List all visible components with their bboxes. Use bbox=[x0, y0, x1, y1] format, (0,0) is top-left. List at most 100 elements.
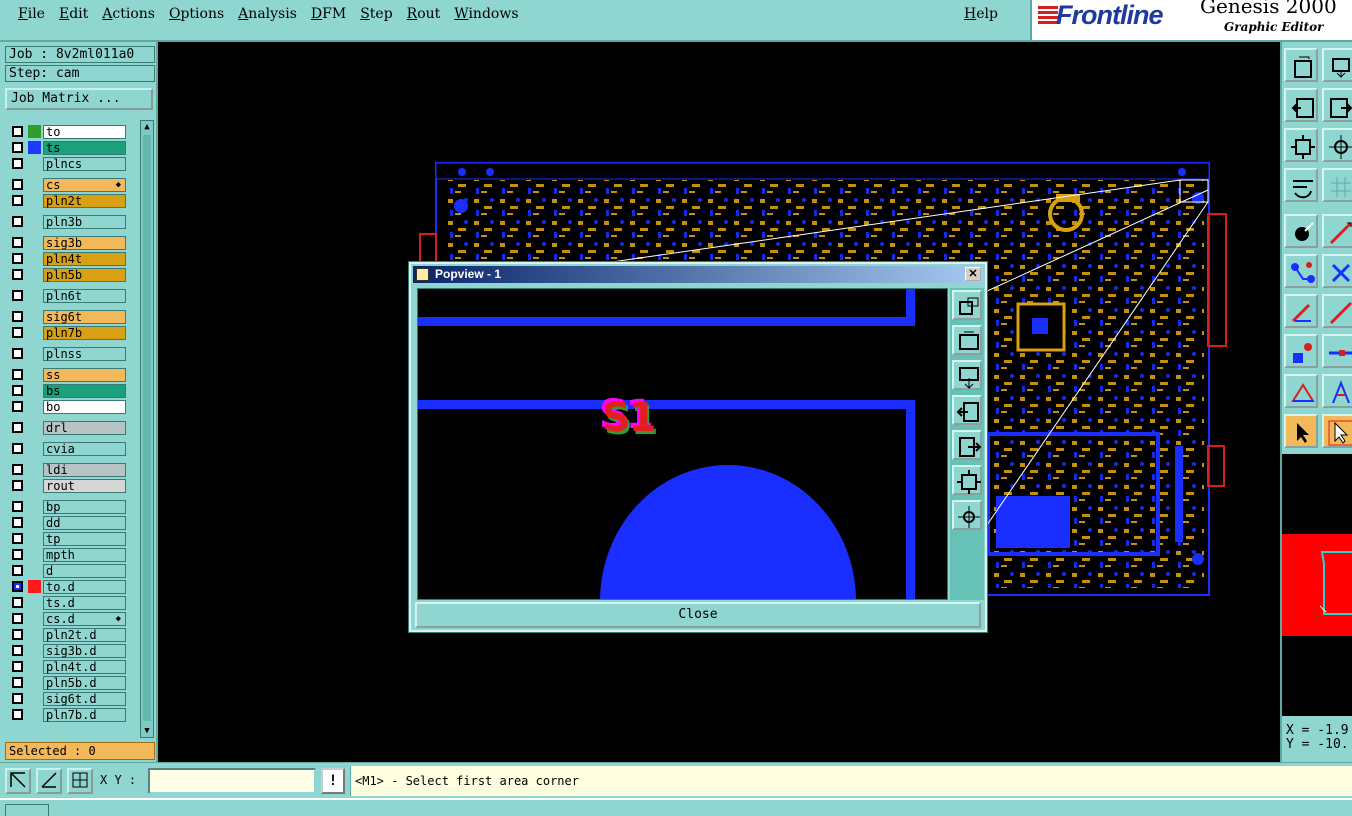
layer-name[interactable]: sig3b.d bbox=[43, 644, 126, 658]
menu-analysis[interactable]: Analysis bbox=[238, 6, 297, 22]
layer-row[interactable]: bp bbox=[6, 499, 139, 514]
layer-checkbox[interactable] bbox=[12, 709, 23, 720]
pv-pan-left-button[interactable] bbox=[952, 395, 982, 425]
layer-name[interactable]: to.d bbox=[43, 580, 126, 594]
popview-titlebar[interactable]: Popview - 1 ✕ bbox=[413, 266, 983, 283]
add-via-button[interactable] bbox=[1284, 334, 1318, 368]
layer-name[interactable]: rout bbox=[43, 479, 126, 493]
layer-row[interactable]: pln7b.d bbox=[6, 707, 139, 722]
layer-row[interactable]: bo bbox=[6, 399, 139, 414]
layer-name[interactable]: ss bbox=[43, 368, 126, 382]
layer-row[interactable]: pln7b bbox=[6, 325, 139, 340]
menu-rout[interactable]: Rout bbox=[407, 6, 441, 22]
layer-row[interactable]: pln2t bbox=[6, 193, 139, 208]
layer-checkbox[interactable] bbox=[12, 581, 23, 592]
layer-name[interactable]: bs bbox=[43, 384, 126, 398]
layer-row[interactable]: tp bbox=[6, 531, 139, 546]
pv-center-button[interactable] bbox=[952, 500, 982, 530]
layer-name[interactable]: cs.d ◆ bbox=[43, 612, 126, 626]
layer-name[interactable]: mpth bbox=[43, 548, 126, 562]
layer-checkbox[interactable] bbox=[12, 216, 23, 227]
scroll-up-icon[interactable]: ▲ bbox=[141, 121, 153, 133]
layer-checkbox[interactable] bbox=[12, 142, 23, 153]
layer-row[interactable]: pln2t.d bbox=[6, 627, 139, 642]
layer-name[interactable]: to bbox=[43, 125, 126, 139]
layer-checkbox[interactable] bbox=[12, 480, 23, 491]
layer-name[interactable]: cvia bbox=[43, 442, 126, 456]
scroll-down-icon[interactable]: ▼ bbox=[141, 725, 153, 737]
layer-row[interactable]: pln6t bbox=[6, 288, 139, 303]
menu-actions[interactable]: Actions bbox=[102, 6, 155, 22]
layer-checkbox[interactable] bbox=[12, 565, 23, 576]
edit-line-button[interactable] bbox=[1284, 294, 1318, 328]
layer-row[interactable]: pln5b bbox=[6, 267, 139, 282]
menu-file[interactable]: File bbox=[18, 6, 45, 22]
pv-zoom-in-button[interactable] bbox=[952, 290, 982, 320]
layer-name[interactable]: ts.d bbox=[43, 596, 126, 610]
pv-zoom-out-button[interactable] bbox=[952, 325, 982, 355]
layer-list-scrollbar[interactable]: ▲ ▼ bbox=[140, 120, 154, 738]
layer-name[interactable]: pln7b.d bbox=[43, 708, 126, 722]
layer-name[interactable]: pln5b.d bbox=[43, 676, 126, 690]
job-matrix-button[interactable]: Job Matrix ... bbox=[5, 88, 153, 110]
layer-name[interactable]: ts bbox=[43, 141, 126, 155]
layer-row[interactable]: pln5b.d bbox=[6, 675, 139, 690]
layer-row[interactable]: sig3b.d bbox=[6, 643, 139, 658]
layer-checkbox[interactable] bbox=[12, 311, 23, 322]
layer-row[interactable]: sig6t bbox=[6, 309, 139, 324]
layer-row[interactable]: pln4t bbox=[6, 251, 139, 266]
layer-row[interactable]: sig6t.d bbox=[6, 691, 139, 706]
layer-name[interactable]: bp bbox=[43, 500, 126, 514]
layer-checkbox[interactable] bbox=[12, 443, 23, 454]
layer-checkbox[interactable] bbox=[12, 677, 23, 688]
menu-windows[interactable]: Windows bbox=[454, 6, 518, 22]
home-view-button[interactable] bbox=[1322, 128, 1352, 162]
layer-checkbox[interactable] bbox=[12, 693, 23, 704]
close-button[interactable]: Close bbox=[415, 602, 981, 628]
layer-row[interactable]: mpth bbox=[6, 547, 139, 562]
pan-left-button[interactable] bbox=[1284, 88, 1318, 122]
layer-checkbox[interactable] bbox=[12, 501, 23, 512]
layer-checkbox[interactable] bbox=[12, 549, 23, 560]
select-area-button[interactable] bbox=[1322, 414, 1352, 448]
layer-row[interactable]: to.d bbox=[6, 579, 139, 594]
connect-button[interactable] bbox=[1284, 254, 1318, 288]
layer-name[interactable]: sig6t.d bbox=[43, 692, 126, 706]
layer-name[interactable]: tp bbox=[43, 532, 126, 546]
menu-options[interactable]: Options bbox=[169, 6, 224, 22]
layer-row[interactable]: cs ◆ bbox=[6, 177, 139, 192]
fit-page-button[interactable] bbox=[1284, 128, 1318, 162]
layer-row[interactable]: sig3b bbox=[6, 235, 139, 250]
grid-button[interactable] bbox=[1322, 168, 1352, 202]
xy-input[interactable] bbox=[148, 768, 316, 794]
layer-checkbox[interactable] bbox=[12, 629, 23, 640]
layer-color-swatch[interactable] bbox=[28, 141, 41, 154]
layer-name[interactable]: plnss bbox=[43, 347, 126, 361]
layer-row[interactable]: bs bbox=[6, 383, 139, 398]
zoom-out-button[interactable] bbox=[1322, 48, 1352, 82]
layer-color-swatch[interactable] bbox=[28, 125, 41, 138]
layer-checkbox[interactable] bbox=[12, 645, 23, 656]
snap-angle-button[interactable] bbox=[36, 768, 62, 794]
layer-name[interactable]: d bbox=[43, 564, 126, 578]
layer-checkbox[interactable] bbox=[12, 613, 23, 624]
select-pointer-button[interactable] bbox=[1284, 414, 1318, 448]
layer-checkbox[interactable] bbox=[12, 195, 23, 206]
move-button[interactable] bbox=[1322, 334, 1352, 368]
layer-checkbox[interactable] bbox=[12, 464, 23, 475]
layer-checkbox[interactable] bbox=[12, 126, 23, 137]
menu-help[interactable]: Help bbox=[964, 6, 998, 22]
measure-button[interactable] bbox=[1284, 168, 1318, 202]
layer-name[interactable]: pln3b bbox=[43, 215, 126, 229]
layer-name[interactable]: pln7b bbox=[43, 326, 126, 340]
layer-name[interactable]: pln6t bbox=[43, 289, 126, 303]
layer-row[interactable]: ldi bbox=[6, 462, 139, 477]
delete-button[interactable] bbox=[1322, 254, 1352, 288]
layer-checkbox[interactable] bbox=[12, 253, 23, 264]
layer-row[interactable]: ts.d bbox=[6, 595, 139, 610]
scroll-track[interactable] bbox=[143, 135, 151, 721]
snap-center-button[interactable] bbox=[67, 768, 93, 794]
layer-row[interactable]: drl bbox=[6, 420, 139, 435]
layer-row[interactable]: cvia bbox=[6, 441, 139, 456]
pv-pan-right-button[interactable] bbox=[952, 430, 982, 460]
